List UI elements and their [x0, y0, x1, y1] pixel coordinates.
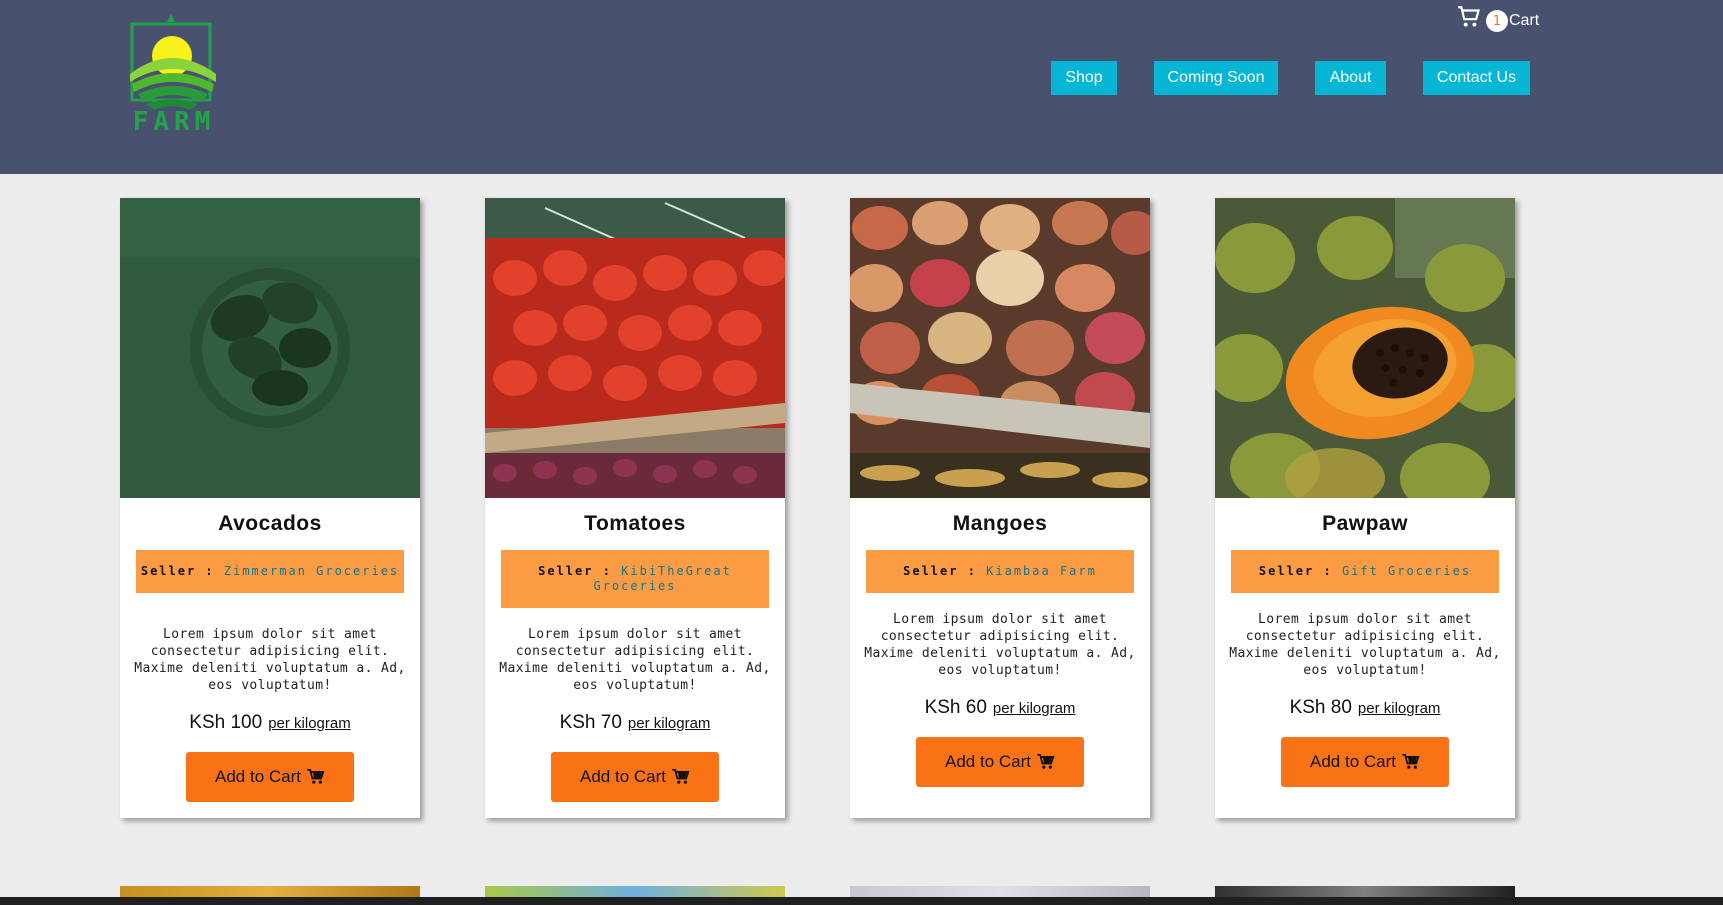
mangoes-image [850, 198, 1150, 498]
product-title: Avocados [218, 512, 322, 535]
price-row: KSh 80 per kilogram [1215, 697, 1515, 719]
price-unit: per kilogram [1357, 700, 1441, 717]
cart-label: Cart [1509, 12, 1540, 29]
product-title: Pawpaw [1322, 512, 1408, 535]
add-to-cart-button[interactable]: Add to Cart [551, 752, 719, 802]
farm-logo-icon [130, 14, 216, 110]
seller-band: Seller : Kiambaa Farm [866, 550, 1134, 593]
logo-text: FARM [132, 107, 216, 137]
add-to-cart-label: Add to Cart [580, 767, 666, 786]
add-to-cart-label: Add to Cart [215, 767, 301, 786]
product-description: Lorem ipsum dolor sit amet consectetur a… [134, 627, 406, 693]
product-description: Lorem ipsum dolor sit amet consectetur a… [499, 627, 771, 693]
product-card-mangoes: Mangoes Seller : Kiambaa Farm Lorem ipsu… [850, 198, 1150, 818]
seller-band: Seller : Zimmerman Groceries [136, 550, 404, 593]
cart-link[interactable]: 1 Cart [1456, 0, 1539, 34]
cart-plus-icon [307, 769, 325, 784]
seller-name[interactable]: Zimmerman Groceries [224, 564, 399, 578]
cart-icon [1458, 6, 1480, 27]
cart-plus-icon [1402, 754, 1420, 769]
seller-name[interactable]: Gift Groceries [1342, 564, 1471, 578]
add-to-cart-label: Add to Cart [1310, 752, 1396, 771]
seller-prefix: Seller : [140, 564, 224, 578]
product-price: KSh 70 [559, 712, 622, 733]
product-price: KSh 80 [1289, 697, 1352, 718]
os-taskbar [0, 897, 1723, 905]
product-card-tomatoes: Tomatoes Seller : KibiTheGreat Groceries… [485, 198, 785, 818]
add-to-cart-button[interactable]: Add to Cart [916, 737, 1084, 787]
product-description: Lorem ipsum dolor sit amet consectetur a… [864, 612, 1136, 678]
price-unit: per kilogram [268, 715, 351, 732]
product-price: KSh 100 [189, 712, 263, 733]
tomatoes-image [485, 198, 785, 498]
site-header: FARM 1 Cart Shop Coming Soon About Conta… [0, 0, 1723, 174]
product-title: Tomatoes [584, 512, 686, 535]
nav-contact-us-button[interactable]: Contact Us [1423, 61, 1530, 95]
nav-coming-soon-button[interactable]: Coming Soon [1154, 61, 1278, 95]
price-unit: per kilogram [627, 715, 711, 732]
price-row: KSh 70 per kilogram [485, 712, 785, 734]
product-title: Mangoes [952, 512, 1048, 535]
pawpaw-image [1215, 198, 1515, 498]
add-to-cart-label: Add to Cart [945, 752, 1031, 771]
seller-prefix: Seller : [903, 564, 987, 578]
seller-prefix: Seller : [1258, 564, 1342, 578]
farm-logo[interactable]: FARM [124, 12, 224, 138]
add-to-cart-button[interactable]: Add to Cart [186, 752, 354, 802]
seller-band: Seller : KibiTheGreat Groceries [501, 550, 769, 608]
nav-about-button[interactable]: About [1315, 61, 1386, 95]
product-price: KSh 60 [924, 697, 987, 718]
add-to-cart-button[interactable]: Add to Cart [1281, 737, 1449, 787]
price-row: KSh 60 per kilogram [850, 697, 1150, 719]
product-description: Lorem ipsum dolor sit amet consectetur a… [1229, 612, 1501, 678]
cart-count-badge: 1 [1486, 10, 1508, 32]
avocados-image [120, 198, 420, 498]
cart-plus-icon [1037, 754, 1055, 769]
price-row: KSh 100 per kilogram [120, 712, 420, 734]
nav-shop-button[interactable]: Shop [1051, 61, 1117, 95]
seller-prefix: Seller : [538, 564, 622, 578]
product-card-pawpaw: Pawpaw Seller : Gift Groceries Lorem ips… [1215, 198, 1515, 818]
seller-name[interactable]: Kiambaa Farm [986, 564, 1097, 578]
price-unit: per kilogram [992, 700, 1076, 717]
seller-band: Seller : Gift Groceries [1231, 550, 1499, 593]
cart-plus-icon [672, 769, 690, 784]
product-card-avocados: Avocados Seller : Zimmerman Groceries Lo… [120, 198, 420, 818]
